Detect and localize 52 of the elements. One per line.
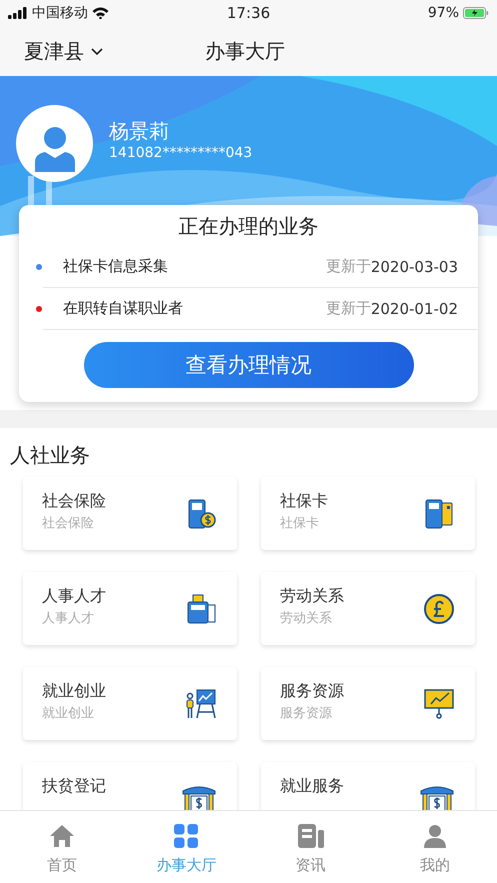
service-card[interactable]: 劳动关系 劳动关系	[261, 572, 475, 645]
service-title: 就业服务	[280, 776, 344, 797]
chart-board-icon	[423, 688, 455, 720]
service-title: 服务资源	[280, 681, 344, 702]
service-card[interactable]: 扶贫登记	[23, 762, 237, 810]
service-subtitle: 服务资源	[280, 705, 333, 722]
update-date: 2020-01-02	[370, 300, 458, 318]
service-subtitle: 劳动关系	[280, 610, 333, 627]
grid-icon	[174, 824, 198, 848]
service-title: 就业创业	[42, 681, 106, 702]
service-title: 社保卡	[280, 491, 328, 512]
service-title: 劳动关系	[280, 586, 344, 607]
business-name[interactable]: 在职转自谋职业者	[63, 299, 326, 318]
service-title: 扶贫登记	[42, 776, 106, 797]
person-icon	[32, 124, 76, 172]
service-subtitle: 社会保险	[42, 515, 95, 532]
location-selector[interactable]: 夏津县	[24, 38, 104, 64]
service-card[interactable]: 社会保险 社会保险	[23, 477, 237, 550]
user-name: 杨景莉	[109, 118, 170, 145]
service-subtitle: 社保卡	[280, 515, 320, 532]
carrier-text: 中国移动	[32, 4, 88, 22]
update-date: 2020-03-03	[370, 258, 458, 276]
section-title: 人社业务	[9, 442, 91, 469]
view-progress-button[interactable]: 查看办理情况	[84, 342, 414, 388]
home-icon	[49, 824, 76, 848]
service-card[interactable]: 就业创业 就业创业	[23, 667, 237, 740]
battery-icon	[463, 7, 489, 19]
signal-icon	[8, 7, 28, 19]
cash-register-icon	[185, 592, 217, 624]
service-card[interactable]: 服务资源 服务资源	[261, 667, 475, 740]
service-title: 人事人才	[42, 586, 106, 607]
battery-percent: 97%	[428, 5, 459, 21]
service-card[interactable]: 人事人才 人事人才	[23, 572, 237, 645]
time-text: 17:36	[226, 4, 270, 22]
service-subtitle: 人事人才	[42, 610, 95, 627]
updated-label: 更新于	[326, 257, 371, 276]
service-subtitle: 就业创业	[42, 705, 95, 722]
pound-coin-icon	[423, 592, 455, 624]
person-icon	[422, 824, 447, 848]
wifi-icon	[92, 7, 109, 19]
news-icon	[298, 824, 324, 848]
service-card[interactable]: 就业服务	[261, 762, 475, 810]
service-title: 社会保险	[42, 491, 106, 512]
business-name[interactable]: 社保卡信息采集	[63, 257, 326, 276]
id-number: 141082*********043	[109, 145, 252, 161]
service-card[interactable]: 社保卡 社保卡	[261, 477, 475, 550]
page-title: 办事大厅	[205, 38, 285, 64]
chevron-down-icon	[90, 46, 104, 56]
presenter-icon	[185, 688, 217, 720]
card-terminal-icon	[423, 498, 455, 530]
card-title: 正在办理的业务	[178, 213, 320, 240]
updated-label: 更新于	[326, 299, 371, 318]
